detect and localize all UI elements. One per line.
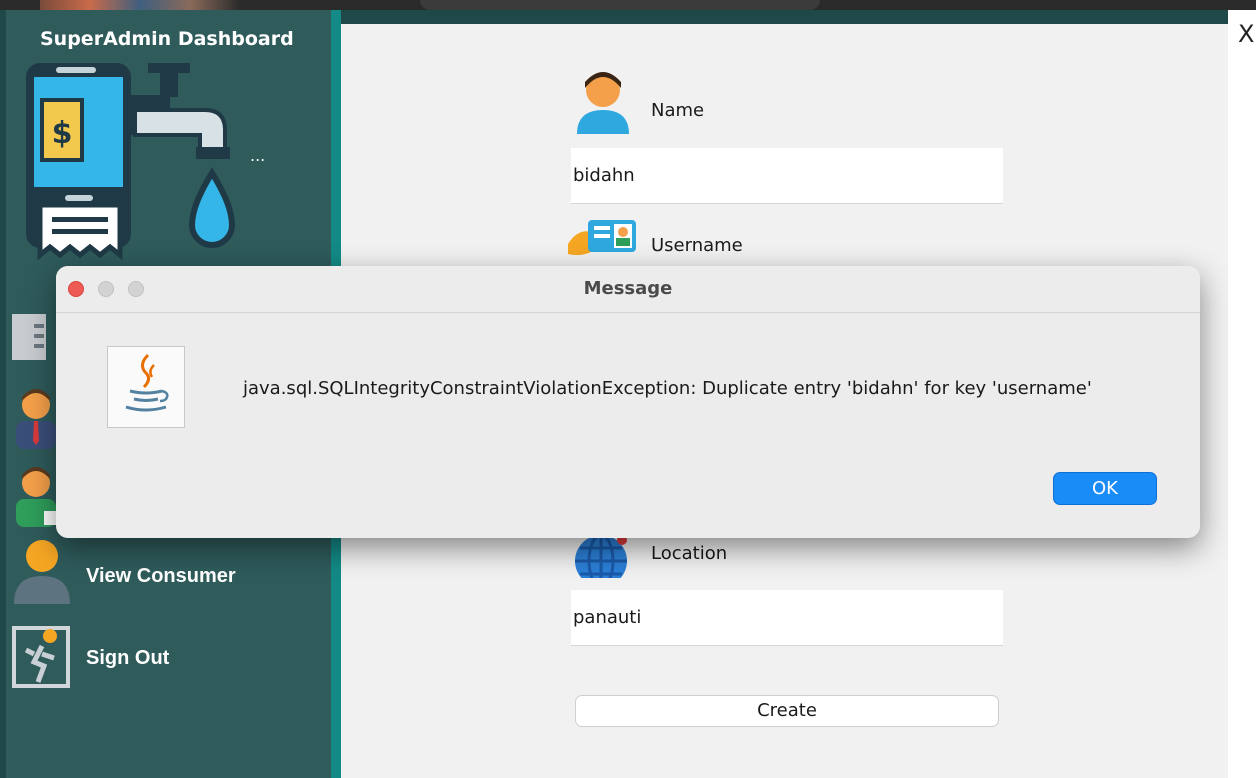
error-message: java.sql.SQLIntegrityConstraintViolation… [243,378,1092,399]
dialog-titlebar: Message [56,266,1200,313]
location-field[interactable]: panauti [571,590,1003,646]
water-billing-logo-icon: $ ... [26,63,265,261]
sidebar-item-label: Sign Out [86,647,170,669]
message-dialog: Message java.sql.SQLIntegrityConstraintV… [56,266,1200,538]
person-icon [14,540,70,604]
ok-button[interactable]: OK [1053,472,1157,505]
close-button[interactable]: X [1238,20,1254,48]
list-icon [12,314,46,360]
location-label: Location [651,543,728,564]
id-card-icon [568,220,636,256]
java-coffee-icon [107,346,185,428]
sidebar-item-list[interactable] [12,314,46,360]
window-right-margin [1228,10,1256,778]
sidebar-item-view-consumer[interactable] [12,540,72,606]
globe-icon [575,533,627,578]
create-button[interactable]: Create [575,695,999,727]
sidebar-title: SuperAdmin Dashboard [40,28,294,50]
add-user-icon [16,467,58,527]
wallpaper-fragment [420,0,820,10]
name-field[interactable]: bidahn [571,148,1003,204]
svg-text:$: $ [52,116,73,151]
user-avatar-icon [577,72,629,134]
wallpaper-fragment [40,0,240,10]
sidebar-item-label: View Consumer [86,565,236,587]
logo-ellipsis: ... [250,146,265,165]
exit-door-icon [12,626,70,688]
sidebar-item-admin[interactable] [12,385,60,449]
admin-user-icon [16,389,56,449]
dialog-title: Message [583,278,673,299]
name-label: Name [651,100,705,121]
sidebar-item-add-user[interactable] [12,463,60,527]
background-wallpaper-strip [0,0,1256,10]
sidebar-item-sign-out[interactable] [12,626,70,688]
username-label: Username [651,235,743,256]
